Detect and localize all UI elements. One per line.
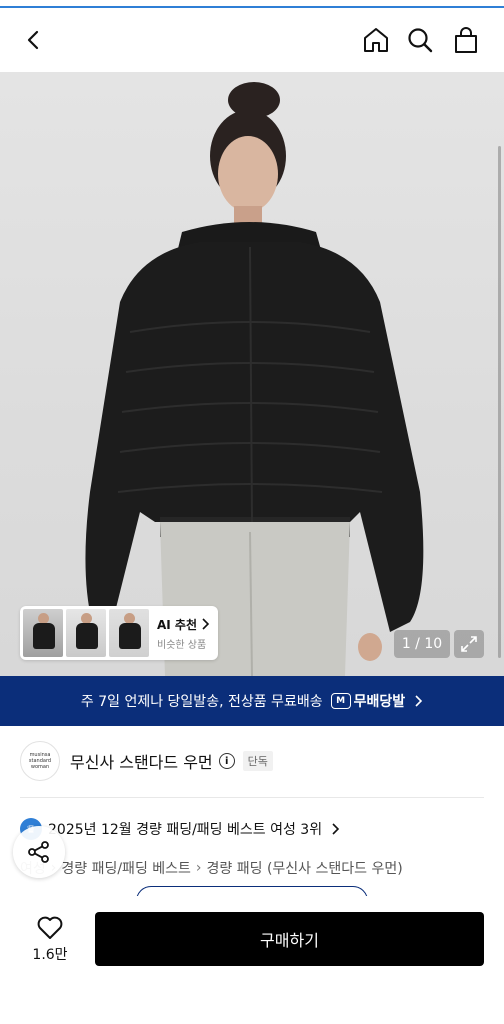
expand-icon (461, 636, 477, 652)
recommend-thumbnail[interactable] (23, 609, 63, 657)
ai-recommend-subtitle: 비슷한 상품 (157, 639, 207, 651)
like-button[interactable]: 1.6만 (22, 914, 78, 966)
shopping-bag-icon (455, 27, 477, 53)
brand-logo[interactable]: musinsa standard woman (20, 741, 60, 781)
top-nav-bar (0, 8, 504, 72)
chevron-right-icon (415, 695, 423, 707)
delivery-badge-label: 무배당발 (353, 694, 406, 710)
home-button[interactable] (356, 20, 396, 60)
partially-hidden-row (0, 882, 504, 896)
search-icon (408, 28, 433, 53)
exclusive-badge: 단독 (242, 751, 273, 771)
gallery-scrollbar[interactable] (498, 146, 501, 658)
chevron-left-icon (27, 30, 39, 50)
product-image-gallery[interactable] (0, 72, 504, 676)
search-button[interactable] (400, 20, 440, 60)
delivery-m-icon: M (330, 693, 351, 709)
gallery-page-counter: 1 / 10 (394, 630, 450, 658)
ai-recommend-card[interactable]: AI 추천 비슷한 상품 (20, 606, 218, 660)
section-divider (20, 797, 484, 798)
product-photo (85, 82, 424, 676)
home-icon (364, 28, 388, 52)
delivery-badge: M 무배당발 (330, 691, 406, 711)
brand-row[interactable]: musinsa standard woman 무신사 스탠다드 우먼 i 단독 (20, 740, 484, 782)
chevron-right-icon (332, 823, 340, 835)
breadcrumb-item[interactable]: 경량 패딩/패딩 베스트 (61, 858, 191, 878)
heart-icon (37, 916, 63, 939)
expand-image-button[interactable] (454, 630, 484, 658)
info-icon[interactable]: i (218, 753, 235, 769)
ai-recommend-text: AI 추천 비슷한 상품 (157, 616, 210, 651)
back-button[interactable] (14, 20, 54, 60)
free-shipping-banner[interactable]: 주 7일 언제나 당일발송, 전상품 무료배송 M 무배당발 (0, 676, 504, 726)
brand-name[interactable]: 무신사 스탠다드 우먼 (70, 749, 213, 773)
breadcrumb-item[interactable]: 경량 패딩 (무신사 스탠다드 우먼) (207, 858, 403, 878)
recommend-thumbnail[interactable] (109, 609, 149, 657)
ranking-row[interactable]: ♛ 2025년 12월 경량 패딩/패딩 베스트 여성 3위 (20, 816, 484, 842)
share-button[interactable] (13, 826, 65, 878)
banner-text: 주 7일 언제나 당일발송, 전상품 무료배송 (80, 694, 323, 710)
share-icon (28, 841, 49, 863)
like-count: 1.6만 (32, 947, 68, 963)
cart-button[interactable] (446, 20, 486, 60)
breadcrumb: 여성 › 경량 패딩/패딩 베스트 › 경량 패딩 (무신사 스탠다드 우먼) (20, 856, 484, 880)
breadcrumb-separator-icon: › (195, 860, 202, 876)
buy-button[interactable]: 구매하기 (95, 912, 484, 966)
ranking-text: 2025년 12월 경량 패딩/패딩 베스트 여성 3위 (48, 822, 323, 838)
top-accent-bar (0, 0, 504, 8)
partially-hidden-pill (136, 886, 368, 896)
ai-recommend-title: AI 추천 (157, 617, 198, 632)
recommend-thumbnail[interactable] (66, 609, 106, 657)
chevron-right-icon (202, 618, 210, 630)
